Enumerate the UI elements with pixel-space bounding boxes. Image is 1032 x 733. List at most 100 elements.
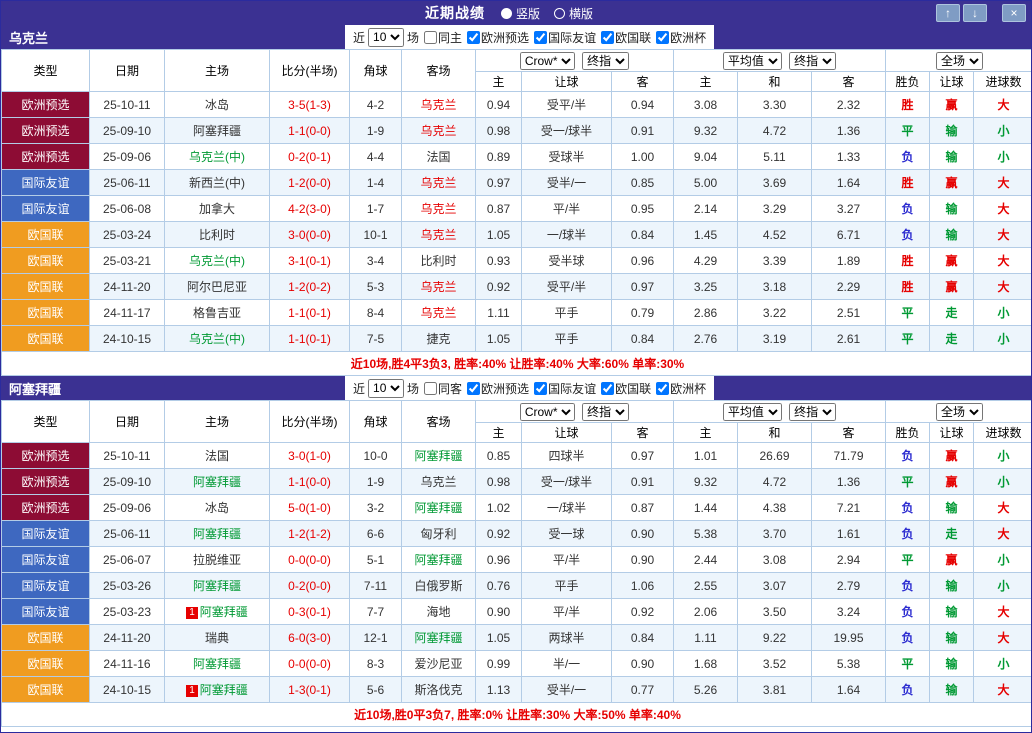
scope-select-0[interactable]: 全场 [936,52,983,70]
comp-checkbox-0-1[interactable] [534,31,547,44]
away-team-name[interactable]: 阿塞拜疆 [414,553,462,567]
result-handicap: 走 [930,300,974,326]
home-team-name[interactable]: 阿塞拜疆 [193,475,241,489]
handicap-line: 受半球 [522,248,612,274]
home-team-name[interactable]: 阿尔巴尼亚 [187,280,247,294]
comp-checkbox-0-3[interactable] [656,31,669,44]
away-team-name[interactable]: 阿塞拜疆 [414,449,462,463]
comp-checkbox-0-0[interactable] [467,31,480,44]
home-team-name[interactable]: 阿塞拜疆 [200,605,248,619]
match-date: 25-03-23 [90,599,165,625]
home-team-name[interactable]: 格鲁吉亚 [193,306,241,320]
match-row: 国际友谊25-06-07拉脱维亚0-0(0-0)5-1阿塞拜疆0.96平/半0.… [2,547,1032,573]
filter-same-checkbox-1[interactable] [424,382,437,395]
match-date: 25-10-11 [90,443,165,469]
filter-same-venue-0[interactable]: 同主 [424,29,462,46]
comp-checkbox-1-2[interactable] [601,382,614,395]
home-team-name[interactable]: 阿塞拜疆 [193,579,241,593]
filter-comp-friendly-1[interactable]: 国际友谊 [534,380,596,397]
away-team-name[interactable]: 比利时 [420,254,456,268]
away-team-name[interactable]: 乌克兰 [420,202,456,216]
red-card-badge: 1 [186,685,198,697]
home-team-name[interactable]: 法国 [205,449,229,463]
home-team-cell: 阿塞拜疆 [165,118,270,144]
avg-time-select-0[interactable]: 终指 [789,52,836,70]
match-count-select-0[interactable]: 10 [368,28,404,47]
home-team-name[interactable]: 冰岛 [205,501,229,515]
home-team-name[interactable]: 阿塞拜疆 [193,657,241,671]
away-team-name[interactable]: 捷克 [426,332,450,346]
away-team-name[interactable]: 乌克兰 [420,176,456,190]
away-team-name[interactable]: 阿塞拜疆 [414,501,462,515]
home-team-name[interactable]: 阿塞拜疆 [193,527,241,541]
match-type-badge: 欧国联 [2,274,90,300]
col-header-avg-draw: 和 [738,423,812,443]
filter-comp-nations-1[interactable]: 欧国联 [601,380,651,397]
home-team-cell: 乌克兰(中) [165,248,270,274]
handicap-home-odds: 1.13 [476,677,522,703]
result-handicap: 输 [930,222,974,248]
comp-checkbox-1-1[interactable] [534,382,547,395]
home-team-name[interactable]: 新西兰(中) [189,176,245,190]
filter-comp-euroqual-0[interactable]: 欧洲预选 [467,29,529,46]
avg-select-0[interactable]: 平均值 [723,52,782,70]
close-button[interactable]: × [1002,4,1026,22]
away-team-name[interactable]: 乌克兰 [420,124,456,138]
comp-checkbox-1-3[interactable] [656,382,669,395]
home-team-name[interactable]: 比利时 [199,228,235,242]
odds-time-select-1[interactable]: 终指 [582,403,629,421]
filter-comp-eurocup-0[interactable]: 欧洲杯 [656,29,706,46]
home-team-name[interactable]: 阿塞拜疆 [200,683,248,697]
avg-select-1[interactable]: 平均值 [723,403,782,421]
home-team-name[interactable]: 加拿大 [199,202,235,216]
home-team-name[interactable]: 瑞典 [205,631,229,645]
odds-time-select-0[interactable]: 终指 [582,52,629,70]
away-team-name[interactable]: 乌克兰 [420,475,456,489]
match-type-badge: 欧国联 [2,222,90,248]
away-team-name[interactable]: 乌克兰 [420,228,456,242]
filter-comp-euroqual-1[interactable]: 欧洲预选 [467,380,529,397]
filter-same-checkbox-0[interactable] [424,31,437,44]
away-team-name[interactable]: 乌克兰 [420,280,456,294]
avg-time-select-1[interactable]: 终指 [789,403,836,421]
filter-comp-eurocup-1[interactable]: 欧洲杯 [656,380,706,397]
handicap-line: 半/一 [522,651,612,677]
panel-title: 近期战绩 [425,3,485,23]
home-team-name[interactable]: 冰岛 [205,98,229,112]
scroll-up-button[interactable]: ↑ [936,4,960,22]
filter-comp-nations-0[interactable]: 欧国联 [601,29,651,46]
scroll-down-button[interactable]: ↓ [963,4,987,22]
away-team-name[interactable]: 斯洛伐克 [414,683,462,697]
home-team-name[interactable]: 拉脱维亚 [193,553,241,567]
scope-select-1[interactable]: 全场 [936,403,983,421]
home-team-name[interactable]: 乌克兰(中) [189,150,245,164]
result-wdl: 平 [886,300,930,326]
layout-option-vertical[interactable]: 竖版 [501,5,540,22]
avg-draw-odds: 3.52 [738,651,812,677]
home-team-name[interactable]: 阿塞拜疆 [193,124,241,138]
away-team-name[interactable]: 白俄罗斯 [414,579,462,593]
layout-option-horizontal[interactable]: 横版 [554,5,593,22]
match-count-select-1[interactable]: 10 [368,379,404,398]
bookmaker-select-1[interactable]: Crow* [520,403,575,421]
result-handicap: 输 [930,625,974,651]
away-team-name[interactable]: 海地 [426,605,450,619]
away-team-name[interactable]: 乌克兰 [420,306,456,320]
home-team-name[interactable]: 乌克兰(中) [189,332,245,346]
away-team-name[interactable]: 爱沙尼亚 [414,657,462,671]
col-header-avg-away: 客 [812,423,886,443]
away-team-name[interactable]: 乌克兰 [420,98,456,112]
bookmaker-select-0[interactable]: Crow* [520,52,575,70]
filter-comp-friendly-0[interactable]: 国际友谊 [534,29,596,46]
home-team-name[interactable]: 乌克兰(中) [189,254,245,268]
away-team-name[interactable]: 阿塞拜疆 [414,631,462,645]
match-type-badge: 国际友谊 [2,196,90,222]
away-team-name[interactable]: 匈牙利 [420,527,456,541]
filter-same-venue-1[interactable]: 同客 [424,380,462,397]
handicap-line: 受一球 [522,521,612,547]
comp-checkbox-0-2[interactable] [601,31,614,44]
result-handicap: 输 [930,495,974,521]
comp-checkbox-1-0[interactable] [467,382,480,395]
away-team-name[interactable]: 法国 [426,150,450,164]
avg-home-odds: 1.44 [674,495,738,521]
